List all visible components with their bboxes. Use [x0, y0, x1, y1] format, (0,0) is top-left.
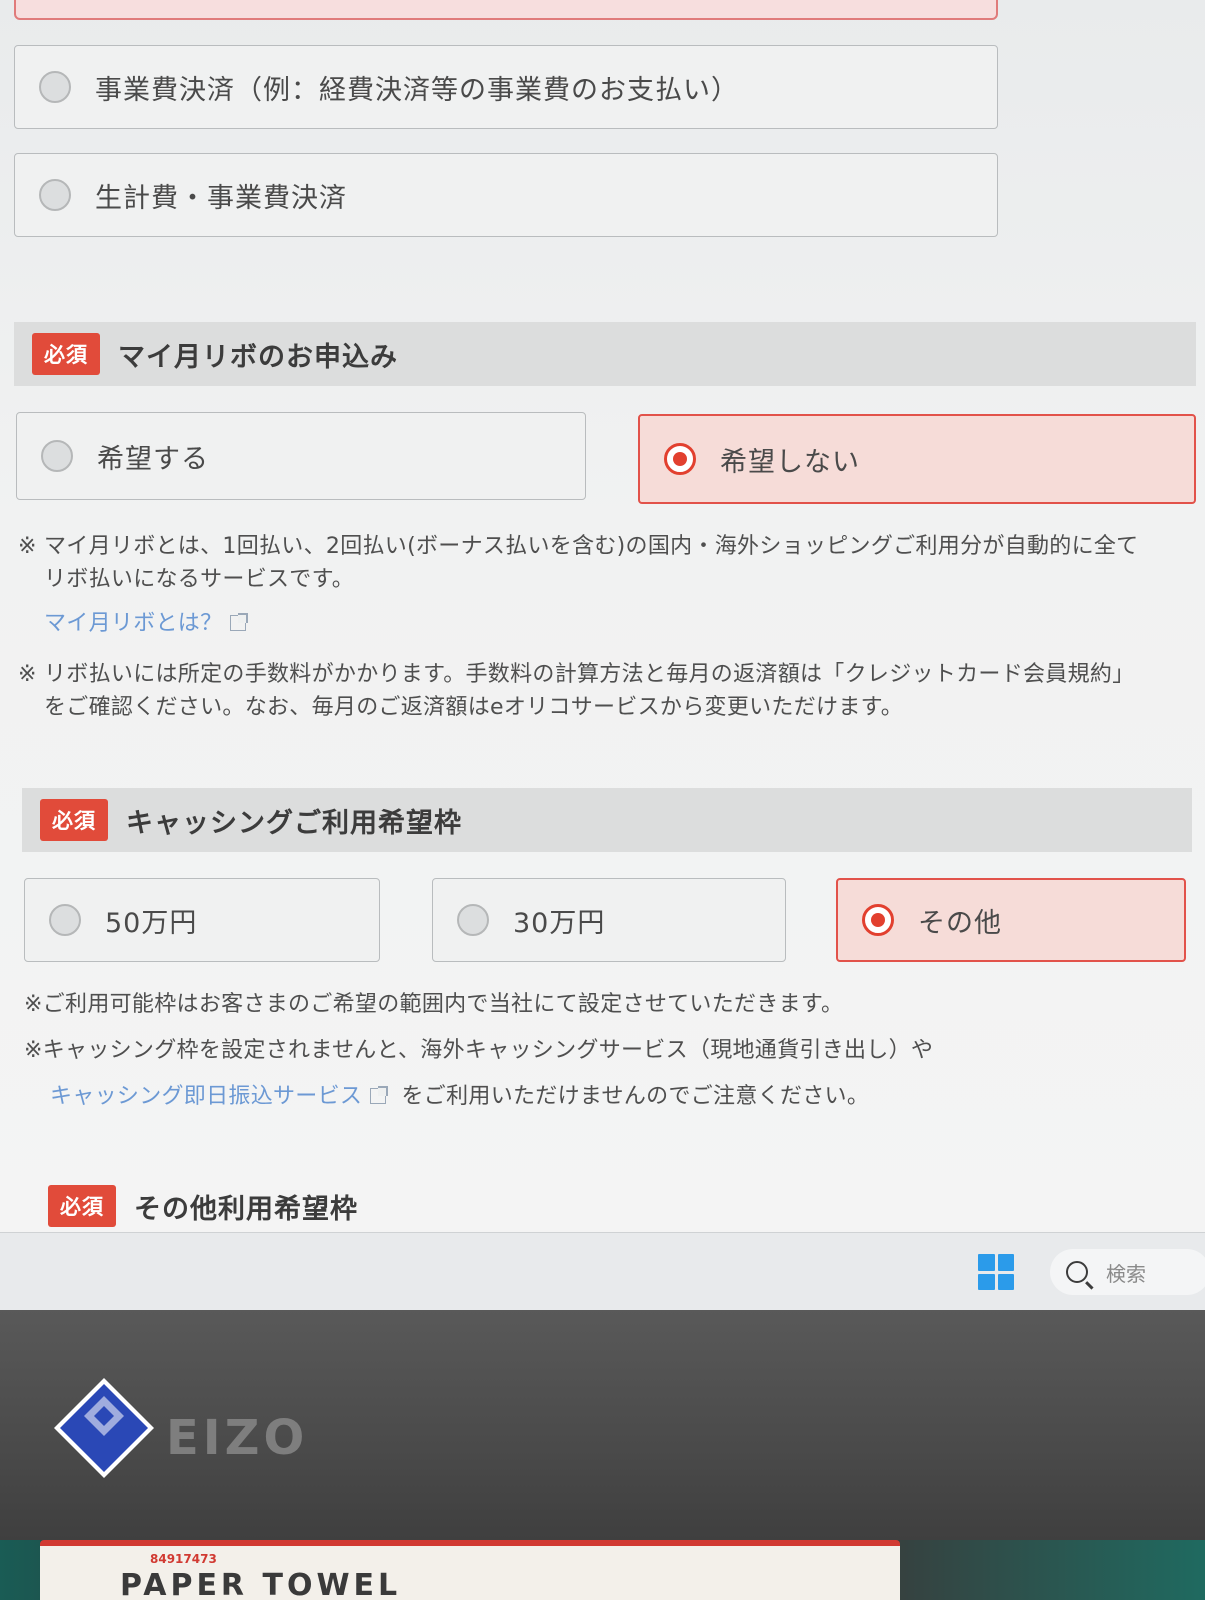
same-day-transfer-link[interactable]: キャッシング即日振込サービス	[50, 1084, 362, 1109]
monitor-bezel: EIZO	[0, 1310, 1205, 1540]
eizo-logo-icon	[54, 1378, 154, 1478]
cashing-option-other[interactable]: その他	[836, 878, 1186, 962]
radio-button[interactable]	[41, 440, 73, 472]
towel-product-code: 84917473	[150, 1552, 217, 1566]
option-label: 50万円	[105, 907, 198, 939]
search-placeholder: 検索	[1106, 1261, 1146, 1286]
revolving-info-link[interactable]: マイ月リボとは？	[44, 611, 222, 636]
cashing-note-3: キャッシング即日振込サービス をご利用いただけませんのでご注意ください。	[50, 1084, 870, 1109]
revolving-note-2: ※ リボ払いには所定の手数料がかかります。手数料の計算方法と毎月の返済額は「クレジ…	[18, 662, 1135, 720]
revolving-option-yes[interactable]: 希望する	[16, 412, 586, 500]
option-label: 希望しない	[720, 446, 860, 478]
required-badge: 必須	[40, 799, 108, 841]
application-form-page: 事業費決済（例：経費決済等の事業費のお支払い） 生計費・事業費決済 必須 マイ月…	[0, 0, 1205, 1232]
radio-button[interactable]	[457, 904, 489, 936]
option-label: 30万円	[513, 907, 606, 939]
other-limit-section-header: 必須 その他利用希望枠	[30, 1174, 1196, 1238]
towel-label: PAPER TOWEL	[120, 1568, 402, 1600]
radio-button-selected[interactable]	[862, 904, 894, 936]
purpose-option-living-business[interactable]: 生計費・事業費決済	[14, 153, 998, 237]
option-label: 事業費決済（例：経費決済等の事業費のお支払い）	[95, 74, 739, 106]
revolving-section-header: 必須 マイ月リボのお申込み	[14, 322, 1196, 386]
search-icon	[1066, 1261, 1088, 1283]
external-link-icon	[370, 1086, 389, 1104]
selected-option-edge[interactable]	[14, 0, 998, 20]
cashing-option-300k[interactable]: 30万円	[432, 878, 786, 962]
revolving-link-row: マイ月リボとは？	[44, 607, 249, 640]
option-label: 希望する	[97, 443, 209, 475]
section-title: キャッシングご利用希望枠	[126, 807, 462, 839]
purpose-option-business[interactable]: 事業費決済（例：経費決済等の事業費のお支払い）	[14, 45, 998, 129]
windows-start-icon[interactable]	[978, 1254, 1014, 1290]
required-badge: 必須	[32, 333, 100, 375]
paper-towel-box: 84917473 PAPER TOWEL	[40, 1540, 900, 1600]
required-badge: 必須	[48, 1185, 116, 1227]
section-title: マイ月リボのお申込み	[118, 341, 398, 373]
brand-name: EIZO	[166, 1410, 309, 1466]
monitor-screen: 事業費決済（例：経費決済等の事業費のお支払い） 生計費・事業費決済 必須 マイ月…	[0, 0, 1205, 1310]
radio-button[interactable]	[49, 904, 81, 936]
cashing-note-1: ※ご利用可能枠はお客さまのご希望の範囲内で当社にて設定させていただきます。	[24, 992, 844, 1017]
external-link-icon	[230, 613, 249, 631]
option-label: 生計費・事業費決済	[95, 182, 347, 214]
revolving-note-1: ※ マイ月リボとは、1回払い、2回払い(ボーナス払いを含む)の国内・海外ショッピン…	[18, 534, 1139, 592]
section-title: その他利用希望枠	[134, 1193, 358, 1225]
windows-taskbar: 検索	[0, 1232, 1205, 1310]
cashing-section-header: 必須 キャッシングご利用希望枠	[22, 788, 1192, 852]
cashing-option-500k[interactable]: 50万円	[24, 878, 380, 962]
option-label: その他	[918, 907, 1002, 939]
revolving-option-no[interactable]: 希望しない	[638, 414, 1196, 504]
cashing-note-2: ※キャッシング枠を設定されませんと、海外キャッシングサービス（現地通貨引き出し）…	[24, 1038, 934, 1063]
radio-button[interactable]	[39, 71, 71, 103]
radio-button[interactable]	[39, 179, 71, 211]
taskbar-search-box[interactable]: 検索	[1050, 1249, 1205, 1295]
radio-button-selected[interactable]	[664, 443, 696, 475]
